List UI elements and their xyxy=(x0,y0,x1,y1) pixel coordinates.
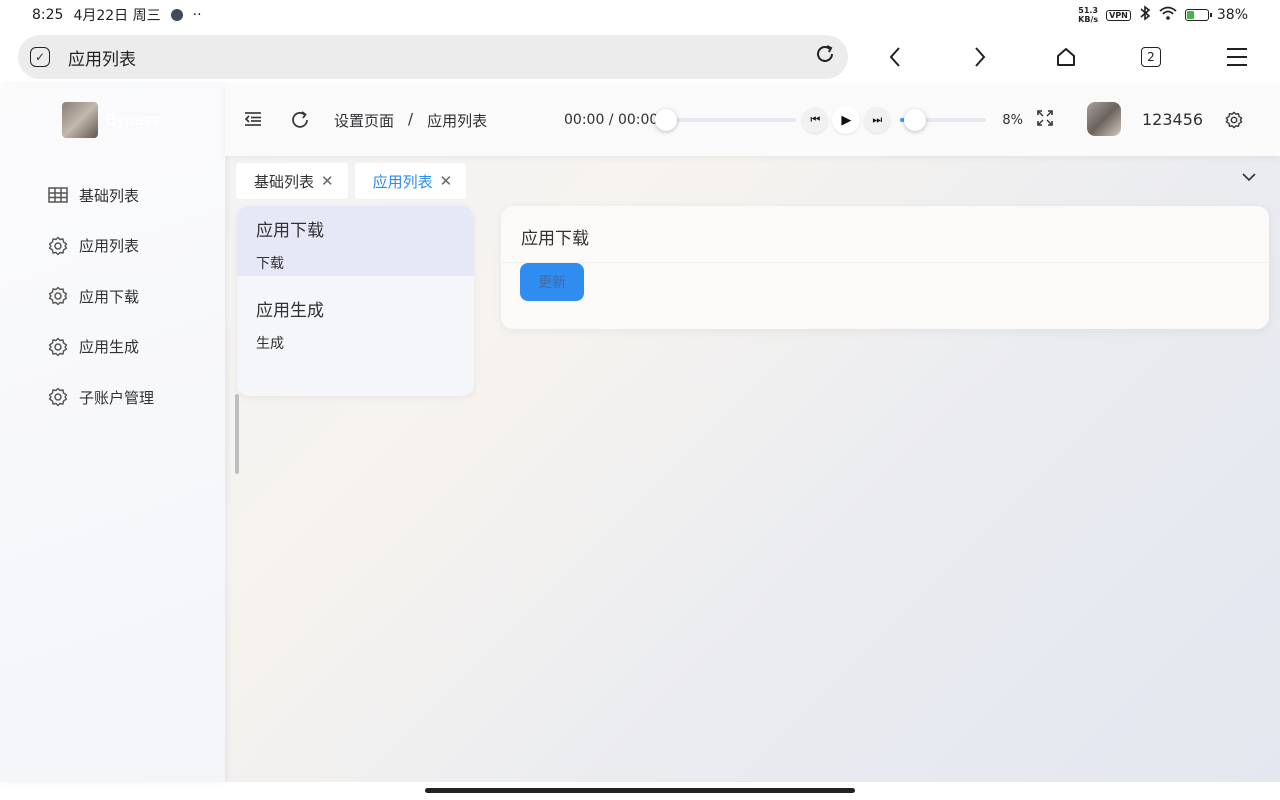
player-time: 00:00 / 00:00 xyxy=(564,112,659,128)
sidebar-item-app-download[interactable]: 应用下载 xyxy=(48,271,154,322)
sidebar: Bypass 基础列表 应用列表 应用下载 应用生成 子账户管理 xyxy=(0,84,225,782)
app-list-panel: 应用下载 下载 应用生成 生成 xyxy=(237,206,474,396)
fullscreen-icon[interactable] xyxy=(1037,110,1053,130)
app-header: 设置页面 / 应用列表 00:00 / 00:00 ⏮ ▶ ⏭ 8% 12345… xyxy=(225,84,1280,156)
settings-gear-icon[interactable] xyxy=(1225,111,1243,129)
sidebar-item-app-list[interactable]: 应用列表 xyxy=(48,221,154,272)
grid-icon xyxy=(48,185,68,205)
avatar[interactable] xyxy=(1087,102,1121,136)
detail-panel: 应用下载 更新 xyxy=(501,206,1269,329)
tab-tags: 基础列表 ✕ 应用列表 ✕ xyxy=(236,163,467,199)
update-button[interactable]: 更新 xyxy=(520,263,584,301)
sidebar-menu: 基础列表 应用列表 应用下载 应用生成 子账户管理 xyxy=(48,170,154,423)
more-notifications: ·· xyxy=(192,7,202,23)
back-icon[interactable] xyxy=(878,40,912,74)
list-item-title: 应用生成 xyxy=(256,301,324,321)
browser-toolbar: ✓ 应用列表 2 xyxy=(0,30,1280,84)
notification-icon xyxy=(170,9,183,21)
address-title[interactable]: 应用列表 xyxy=(68,45,136,70)
collapse-sidebar-icon[interactable] xyxy=(243,110,263,128)
volume-handle[interactable] xyxy=(904,109,927,131)
sidebar-item-label: 应用列表 xyxy=(79,237,140,256)
bluetooth-icon xyxy=(1139,5,1151,25)
volume-percent: 8% xyxy=(1002,112,1023,128)
volume-slider[interactable] xyxy=(900,109,987,131)
app-container: Bypass 基础列表 应用列表 应用下载 应用生成 子账户管理 设置页面 / … xyxy=(0,84,1280,782)
breadcrumb-item-settings[interactable]: 设置页面 xyxy=(334,110,394,131)
home-icon[interactable] xyxy=(1049,40,1083,74)
shield-check-icon[interactable]: ✓ xyxy=(30,47,50,67)
system-status-bar: 8:25 4月22日 周三 ·· 51.3 KB/s VPN 38% xyxy=(0,0,1280,30)
close-icon[interactable]: ✕ xyxy=(321,172,334,190)
logo-text: Bypass xyxy=(106,111,160,129)
sidebar-item-label: 子账户管理 xyxy=(79,388,155,407)
tag-label[interactable]: 基础列表 xyxy=(254,171,314,192)
scrollbar[interactable] xyxy=(235,394,239,474)
wifi-icon xyxy=(1159,6,1177,24)
chevron-down-icon[interactable] xyxy=(1241,170,1257,186)
tab-app-list[interactable]: 应用列表 ✕ xyxy=(354,163,467,199)
tab-basic-list[interactable]: 基础列表 ✕ xyxy=(236,163,348,199)
sidebar-item-label: 应用下载 xyxy=(79,287,140,306)
menu-icon[interactable] xyxy=(1220,40,1254,74)
next-track-icon[interactable]: ⏭ xyxy=(864,107,891,133)
network-speed-unit: KB/s xyxy=(1078,15,1099,24)
breadcrumb: 设置页面 / 应用列表 xyxy=(334,110,487,131)
list-item[interactable]: 应用下载 下载 xyxy=(237,206,474,276)
battery-percent: 38% xyxy=(1216,7,1248,23)
sidebar-item-label: 基础列表 xyxy=(79,186,140,205)
network-speed: 51.3 KB/s xyxy=(1078,6,1098,24)
sidebar-item-label: 应用生成 xyxy=(79,338,140,357)
tabs-icon[interactable]: 2 xyxy=(1134,40,1168,74)
network-speed-value: 51.3 xyxy=(1078,6,1098,15)
sidebar-item-subaccounts[interactable]: 子账户管理 xyxy=(48,372,154,423)
previous-track-icon[interactable]: ⏮ xyxy=(802,107,829,133)
username[interactable]: 123456 xyxy=(1142,110,1203,129)
player-progress-track[interactable] xyxy=(655,109,797,131)
play-icon[interactable]: ▶ xyxy=(832,106,861,134)
clock: 8:25 xyxy=(32,7,64,23)
list-item-title: 应用下载 xyxy=(256,221,324,241)
vpn-icon: VPN xyxy=(1106,9,1131,21)
date: 4月22日 周三 xyxy=(73,8,161,24)
audio-player: 00:00 / 00:00 ⏮ ▶ ⏭ 8% xyxy=(564,106,1053,134)
sidebar-item-app-generate[interactable]: 应用生成 xyxy=(48,322,154,373)
breadcrumb-separator: / xyxy=(408,110,414,128)
close-icon[interactable]: ✕ xyxy=(440,172,453,190)
tab-count[interactable]: 2 xyxy=(1141,47,1161,67)
breadcrumb-item-current: 应用列表 xyxy=(427,112,488,130)
tag-label[interactable]: 应用列表 xyxy=(373,171,433,192)
gear-icon xyxy=(48,337,68,357)
logo-image xyxy=(62,102,98,138)
home-indicator[interactable] xyxy=(425,788,855,793)
battery-icon xyxy=(1184,9,1212,21)
list-item-subtitle: 生成 xyxy=(256,336,284,352)
list-item[interactable]: 应用生成 生成 xyxy=(237,286,474,356)
gear-icon xyxy=(48,286,68,306)
list-item-subtitle: 下载 xyxy=(256,256,284,272)
sidebar-item-basic-list[interactable]: 基础列表 xyxy=(48,170,154,221)
address-bar[interactable]: ✓ 应用列表 xyxy=(18,35,848,79)
refresh-icon[interactable] xyxy=(290,110,310,130)
detail-title: 应用下载 xyxy=(521,229,589,249)
logo[interactable]: Bypass xyxy=(62,102,160,138)
gear-icon xyxy=(48,387,68,407)
divider xyxy=(501,262,1269,263)
player-progress-handle[interactable] xyxy=(655,109,678,131)
gear-icon xyxy=(48,236,68,256)
reload-icon[interactable] xyxy=(814,43,836,71)
forward-icon[interactable] xyxy=(963,40,997,74)
